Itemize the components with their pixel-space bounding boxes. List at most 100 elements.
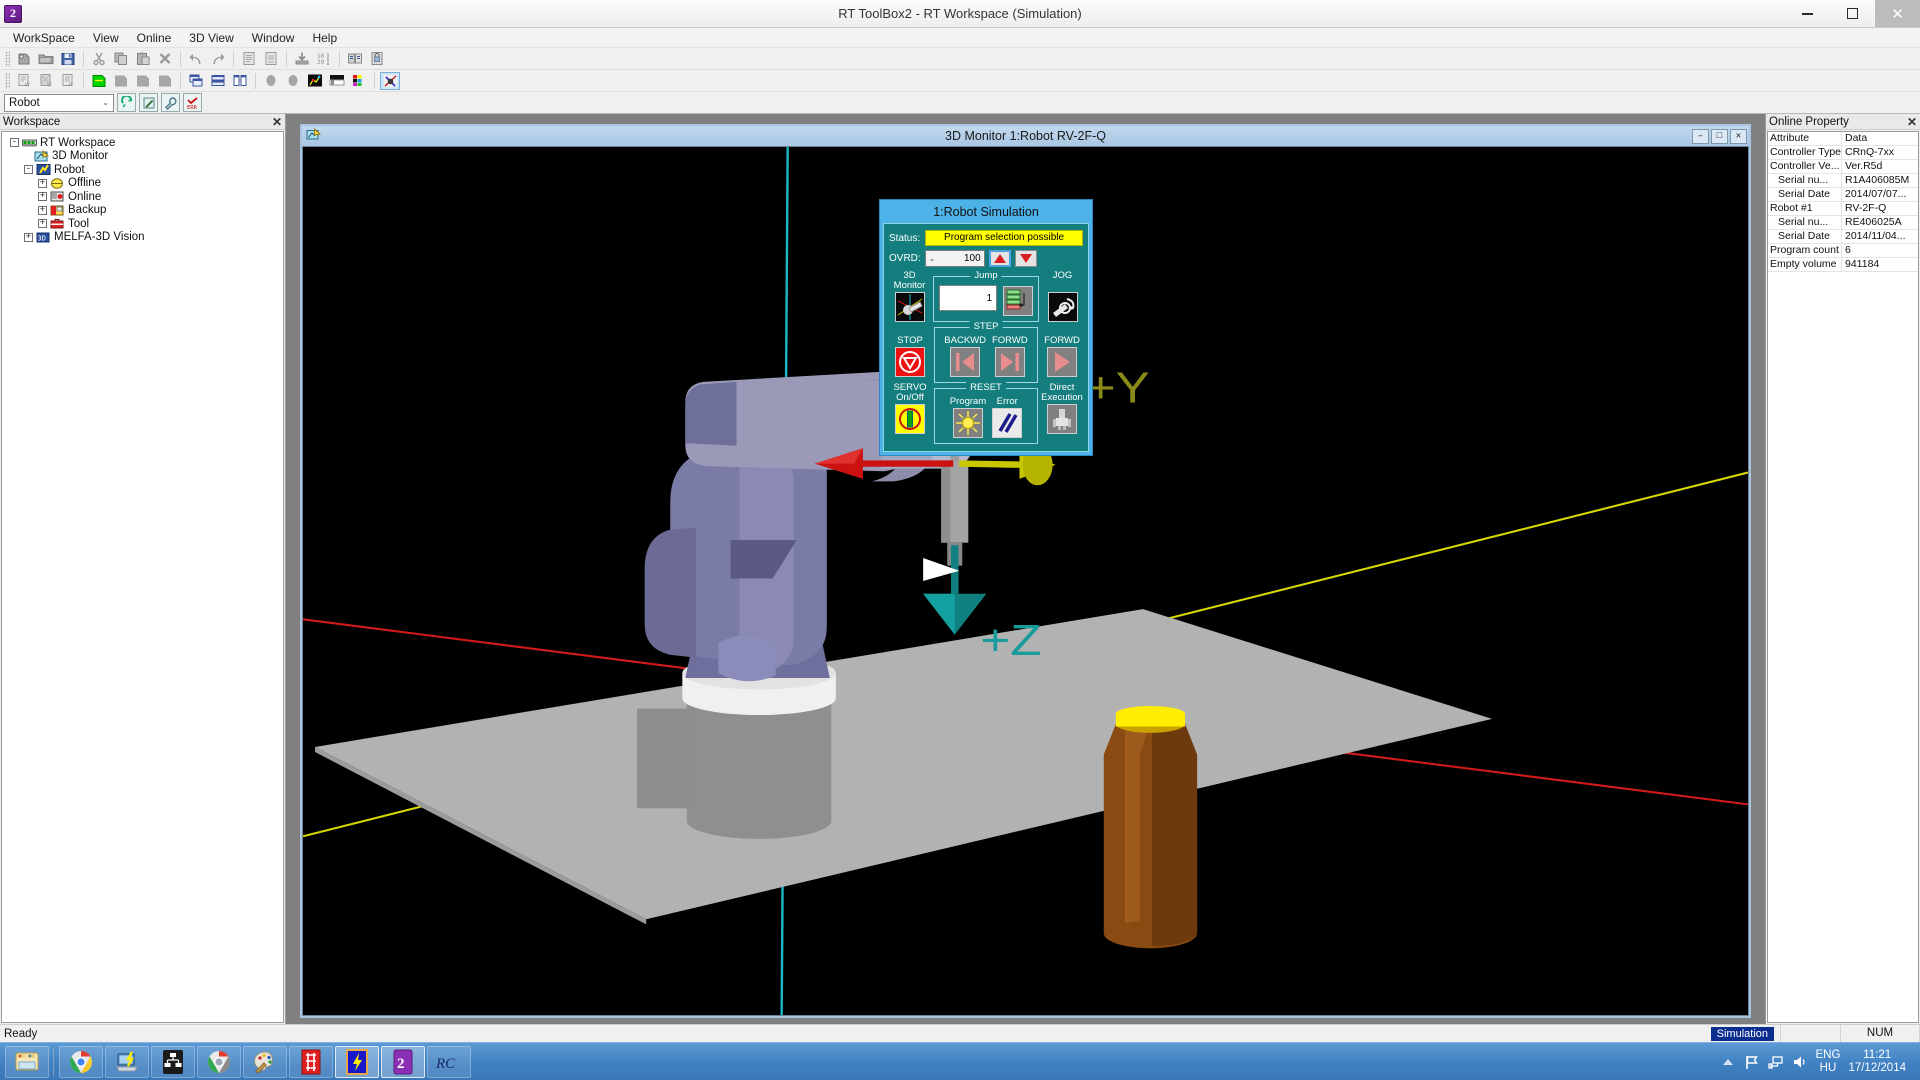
table-row[interactable]: Empty volume 941184 — [1768, 258, 1918, 272]
expander-icon[interactable]: - — [10, 138, 19, 147]
table-row[interactable]: Controller Ve... Ver.R5d — [1768, 160, 1918, 174]
3d-monitor-close-button[interactable]: ✕ — [1730, 128, 1747, 144]
table-row[interactable]: Serial nu... RE406025A — [1768, 216, 1918, 230]
taskbar-rc[interactable]: RC — [427, 1045, 471, 1078]
table-row[interactable]: Serial Date 2014/07/07... — [1768, 188, 1918, 202]
tree-item-melfa-3d-vision[interactable]: + 3D MELFA-3D Vision — [10, 231, 283, 244]
expander-icon[interactable]: + — [38, 178, 47, 188]
layout-gray-3-icon[interactable] — [155, 72, 175, 90]
taskbar-melfa[interactable] — [335, 1045, 379, 1078]
new-workspace-icon[interactable] — [14, 50, 34, 68]
menu-workspace[interactable]: WorkSpace — [4, 29, 84, 47]
table-row[interactable]: Robot #1 RV-2F-Q — [1768, 202, 1918, 216]
paste-icon[interactable] — [133, 50, 153, 68]
window-maximize-button[interactable] — [1830, 0, 1875, 27]
jump-step-input[interactable]: 1 — [939, 285, 997, 311]
chart-icon[interactable] — [305, 72, 325, 90]
undo-icon[interactable] — [186, 50, 206, 68]
program-list-icon[interactable] — [239, 50, 259, 68]
tree-item-offline[interactable]: + Offline — [10, 177, 283, 190]
volume-icon[interactable] — [1792, 1054, 1808, 1070]
clock[interactable]: 11:21 17/12/2014 — [1848, 1049, 1906, 1075]
cut-icon[interactable] — [89, 50, 109, 68]
ovrd-increase-button[interactable] — [988, 250, 1011, 267]
simulation-icon[interactable] — [380, 71, 400, 90]
table-row[interactable]: Serial Date 2014/11/04... — [1768, 230, 1918, 244]
window-minimize-button[interactable] — [1785, 0, 1830, 27]
servo-on-off-button[interactable] — [895, 404, 925, 434]
3d-viewport[interactable]: +Y +Z 1:Robot Simulation Status: Program… — [302, 146, 1749, 1016]
tile-vertical-icon[interactable] — [230, 72, 250, 90]
expander-icon[interactable]: + — [24, 232, 33, 242]
direct-execution-button[interactable] — [1047, 404, 1077, 434]
flag-icon[interactable] — [1744, 1054, 1760, 1070]
taskbar-chrome-1[interactable] — [59, 1045, 103, 1078]
jog-button[interactable] — [1047, 292, 1078, 322]
protect-icon[interactable] — [367, 50, 387, 68]
table-row[interactable]: Serial nu... R1A406085M — [1768, 174, 1918, 188]
taskbar-paint[interactable] — [243, 1045, 287, 1078]
sphere-gray-1-icon[interactable] — [261, 72, 281, 90]
layout-gray-1-icon[interactable] — [111, 72, 131, 90]
ovrd-decrease-button[interactable] — [1014, 250, 1037, 267]
table-row[interactable]: Controller Type CRnQ-7xx — [1768, 146, 1918, 160]
robot-select-combo[interactable]: Robot ⌄ — [4, 93, 114, 112]
network-icon[interactable] — [1767, 1054, 1784, 1070]
taskbar-rttoolbox[interactable]: 2 — [381, 1045, 425, 1078]
error-icon[interactable]: ERR — [183, 93, 202, 112]
new-program-icon[interactable]: W — [14, 72, 34, 90]
expander-icon[interactable]: + — [38, 192, 47, 201]
show-hidden-icons-button[interactable] — [1720, 1054, 1736, 1070]
compare-icon[interactable] — [345, 50, 365, 68]
expander-icon[interactable]: - — [24, 165, 33, 174]
taskbar-tree[interactable] — [151, 1045, 195, 1078]
cascade-icon[interactable] — [186, 72, 206, 90]
line-number-icon[interactable]: 10 20 — [314, 50, 334, 68]
program-edit-icon[interactable] — [261, 50, 281, 68]
taskbar-cad[interactable] — [289, 1045, 333, 1078]
open-program-icon[interactable]: W — [36, 72, 56, 90]
palette-icon[interactable] — [349, 72, 369, 90]
layout-green-icon[interactable] — [89, 72, 109, 90]
monitor-3d-button[interactable] — [894, 292, 925, 322]
menu-view[interactable]: View — [84, 29, 128, 47]
3d-monitor-minimize-button[interactable]: – — [1692, 128, 1709, 144]
tree-item-rt-workspace[interactable]: - RT Workspace — [10, 136, 283, 149]
expander-icon[interactable]: + — [38, 219, 47, 228]
gradient-icon[interactable] — [327, 72, 347, 90]
menu-online[interactable]: Online — [128, 29, 181, 47]
language-indicator[interactable]: ENG HU — [1816, 1049, 1841, 1075]
save-icon[interactable] — [58, 50, 78, 68]
refresh-icon[interactable] — [117, 93, 136, 112]
window-close-button[interactable]: ✕ — [1875, 0, 1920, 27]
reset-error-button[interactable] — [992, 408, 1023, 438]
taskbar-explorer[interactable] — [5, 1045, 49, 1078]
table-row[interactable]: Program count 6 — [1768, 244, 1918, 258]
sphere-gray-2-icon[interactable] — [283, 72, 303, 90]
3d-monitor-restore-button[interactable]: □ — [1711, 128, 1728, 144]
tool-icon[interactable] — [161, 93, 180, 112]
online-property-close-icon[interactable]: ✕ — [1907, 115, 1917, 129]
ovrd-input[interactable]: ⌄ 100 — [924, 250, 985, 267]
edit-icon[interactable] — [139, 93, 158, 112]
copy-icon[interactable] — [111, 50, 131, 68]
taskbar-chrome-2[interactable] — [197, 1045, 241, 1078]
jump-execute-button[interactable] — [1003, 286, 1033, 316]
download-icon[interactable] — [292, 50, 312, 68]
menu-3d-view[interactable]: 3D View — [180, 29, 242, 47]
reset-program-button[interactable] — [953, 408, 983, 438]
stop-button[interactable] — [895, 347, 925, 377]
step-forwd-button[interactable] — [994, 347, 1025, 377]
redo-icon[interactable] — [208, 50, 228, 68]
expander-icon[interactable]: + — [38, 205, 47, 215]
tree-item-robot[interactable]: - Robot — [10, 163, 283, 176]
forwd-button[interactable] — [1047, 347, 1077, 377]
delete-icon[interactable] — [155, 50, 175, 68]
layout-gray-2-icon[interactable] — [133, 72, 153, 90]
step-backwd-button[interactable] — [950, 347, 981, 377]
toolbar-grip[interactable] — [5, 50, 10, 67]
tree-item-tool[interactable]: + Tool — [10, 217, 283, 230]
tree-item-3d-monitor[interactable]: 3D Monitor — [10, 149, 283, 163]
open-folder-icon[interactable] — [36, 50, 56, 68]
workspace-tree[interactable]: - RT Workspace 3D Monitor - Robot + Offl… — [1, 131, 284, 1023]
